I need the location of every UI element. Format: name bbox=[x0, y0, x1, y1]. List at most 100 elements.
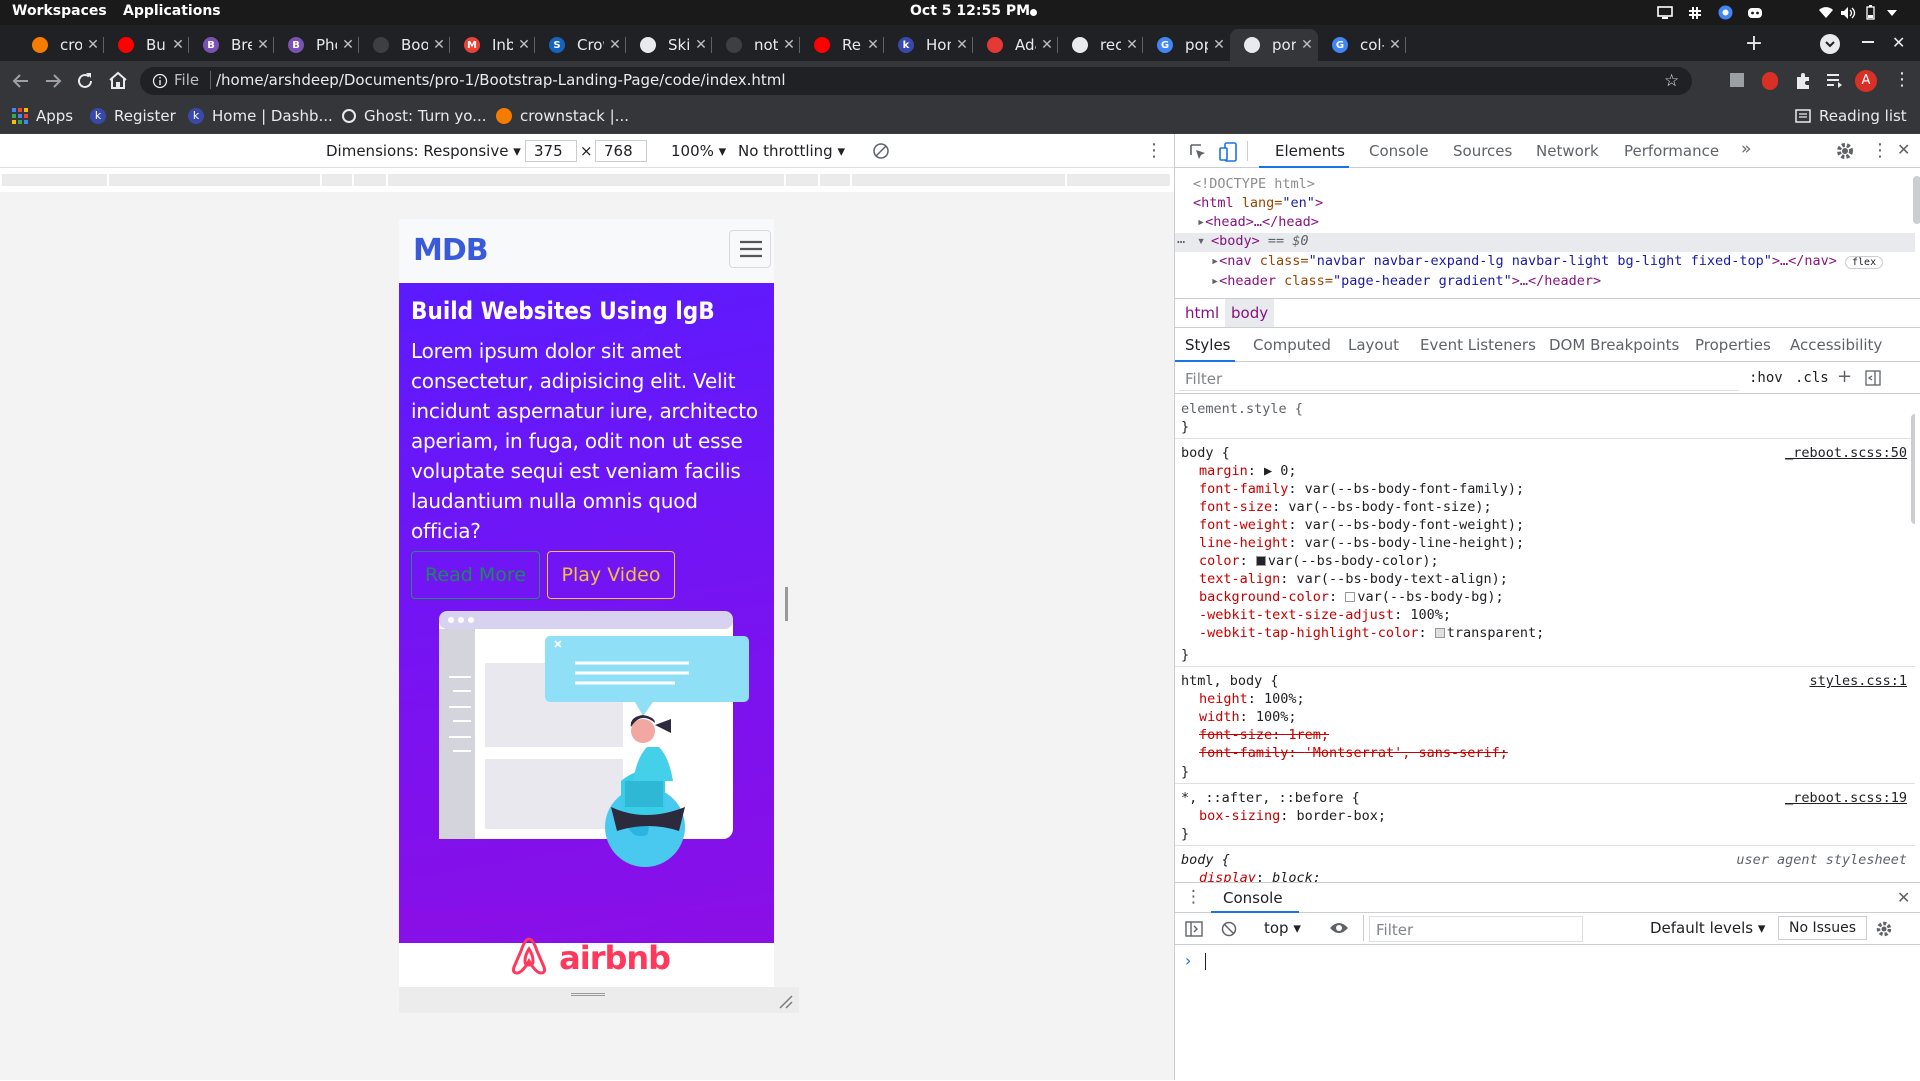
settings-gear-icon[interactable] bbox=[1835, 141, 1855, 161]
bookmark-register[interactable]: k Register bbox=[90, 107, 176, 125]
media-query-segment[interactable] bbox=[388, 174, 786, 186]
throttling-dropdown[interactable]: No throttling ▾ bbox=[738, 142, 845, 160]
address-bar[interactable]: File /home/arshdeep/Documents/pro-1/Boot… bbox=[140, 67, 1692, 95]
tab-close-icon[interactable]: ✕ bbox=[1036, 37, 1058, 53]
collapse-triangle-icon[interactable]: ▾ bbox=[1197, 233, 1205, 249]
dom-html-node[interactable]: <html lang="en"> bbox=[1193, 195, 1323, 211]
tray-right[interactable] bbox=[1815, 4, 1903, 21]
expand-triangle-icon[interactable]: ▸ bbox=[1211, 253, 1219, 269]
media-query-segment[interactable] bbox=[1067, 174, 1172, 186]
browser-tab[interactable]: crown✕ bbox=[18, 29, 104, 61]
home-button[interactable] bbox=[108, 71, 128, 90]
tab-close-icon[interactable]: ✕ bbox=[428, 37, 450, 53]
console-output[interactable]: › bbox=[1175, 945, 1920, 1081]
device-toolbar-menu-icon[interactable]: ⋮ bbox=[1145, 140, 1163, 161]
browser-tab[interactable]: S Crown✕ bbox=[535, 29, 626, 61]
resize-handle-bottom[interactable] bbox=[399, 987, 799, 1013]
tab-close-icon[interactable]: ✕ bbox=[951, 37, 973, 53]
extension-red-icon[interactable] bbox=[1762, 72, 1778, 90]
css-declaration[interactable]: font-size: 1rem; bbox=[1199, 727, 1329, 743]
close-devtools-icon[interactable]: ✕ bbox=[1897, 140, 1910, 159]
css-declaration[interactable]: font-size: var(--bs-body-font-size); bbox=[1199, 499, 1492, 515]
body-rule-selector[interactable]: body { bbox=[1181, 445, 1230, 461]
browser-tab[interactable]: Adapt✕ bbox=[973, 29, 1058, 61]
hov-toggle[interactable]: :hov bbox=[1749, 370, 1783, 386]
subtab-event-listeners[interactable]: Event Listeners bbox=[1420, 336, 1536, 354]
color-swatch-icon[interactable] bbox=[1255, 556, 1266, 566]
subtab-computed[interactable]: Computed bbox=[1253, 336, 1331, 354]
css-declaration[interactable]: color: var(--bs-body-color); bbox=[1199, 553, 1439, 569]
media-query-segment[interactable] bbox=[852, 174, 1067, 186]
bookmark-apps[interactable]: Apps bbox=[12, 107, 73, 125]
tab-performance[interactable]: Performance bbox=[1624, 142, 1719, 160]
discord-icon[interactable] bbox=[1740, 7, 1770, 19]
minimize-button[interactable] bbox=[1862, 41, 1874, 43]
media-query-segment[interactable] bbox=[322, 174, 354, 186]
browser-tab[interactable]: Boots✕ bbox=[359, 29, 450, 61]
color-swatch-icon[interactable] bbox=[1434, 628, 1445, 638]
tab-close-icon[interactable]: ✕ bbox=[604, 37, 626, 53]
css-declaration[interactable]: font-family: 'Montserrat', sans-serif; bbox=[1199, 745, 1508, 761]
browser-tab[interactable]: Relax✕ bbox=[800, 29, 884, 61]
play-video-button[interactable]: Play Video bbox=[547, 551, 675, 599]
navbar-toggler-button[interactable] bbox=[729, 230, 771, 268]
tab-close-icon[interactable]: ✕ bbox=[1296, 37, 1318, 53]
clock[interactable]: Oct 5 12:55 PM bbox=[910, 3, 1030, 19]
console-settings-gear-icon[interactable] bbox=[1875, 920, 1893, 938]
tab-sources[interactable]: Sources bbox=[1453, 142, 1512, 160]
tab-close-icon[interactable]: ✕ bbox=[337, 37, 359, 53]
bookmark-star-icon[interactable]: ☆ bbox=[1664, 71, 1679, 91]
media-query-segment[interactable] bbox=[354, 174, 388, 186]
browser-tab[interactable]: Skia✕ bbox=[626, 29, 712, 61]
tab-close-icon[interactable]: ✕ bbox=[1121, 37, 1143, 53]
tab-close-icon[interactable]: ✕ bbox=[690, 37, 712, 53]
media-queue-icon[interactable] bbox=[1826, 73, 1844, 89]
css-declaration[interactable]: line-height: var(--bs-body-line-height); bbox=[1199, 535, 1524, 551]
css-declaration[interactable]: -webkit-tap-highlight-color: transparent… bbox=[1199, 625, 1544, 641]
flex-badge[interactable]: flex bbox=[1845, 256, 1884, 269]
subtab-properties[interactable]: Properties bbox=[1695, 336, 1771, 354]
media-query-segment[interactable] bbox=[2, 174, 109, 186]
css-declaration[interactable]: box-sizing: border-box; bbox=[1199, 808, 1386, 824]
resize-handle-right[interactable] bbox=[774, 219, 799, 1006]
dom-head-node[interactable]: ▸<head>…</head> bbox=[1197, 214, 1319, 230]
extensions-puzzle-icon[interactable] bbox=[1794, 72, 1812, 90]
browser-tab[interactable]: Build✕ bbox=[104, 29, 189, 61]
dom-nav-node[interactable]: ▸<nav class="navbar navbar-expand-lg nav… bbox=[1211, 253, 1884, 269]
extension-icon[interactable] bbox=[1730, 73, 1744, 87]
bookmark-ghost[interactable]: Ghost: Turn yo... bbox=[342, 107, 487, 125]
context-selector[interactable]: top ▾ bbox=[1264, 919, 1301, 937]
breadcrumb-html[interactable]: html bbox=[1185, 304, 1219, 322]
read-more-button[interactable]: Read More bbox=[411, 551, 540, 599]
element-style-selector[interactable]: element.style { bbox=[1181, 401, 1303, 417]
styles-scrollbar[interactable] bbox=[1911, 414, 1915, 524]
css-declaration[interactable]: height: 100%; bbox=[1199, 691, 1305, 707]
browser-menu-icon[interactable]: ⋮ bbox=[1893, 71, 1911, 89]
expand-triangle-icon[interactable]: ▸ bbox=[1197, 214, 1205, 230]
device-width-input[interactable]: 375 bbox=[525, 140, 577, 162]
slack-icon[interactable] bbox=[1680, 6, 1710, 20]
workspaces-menu[interactable]: Workspaces bbox=[12, 3, 107, 19]
browser-tab[interactable]: portfo✕ bbox=[1230, 29, 1318, 61]
css-declaration[interactable]: display: block; bbox=[1199, 870, 1321, 882]
brand-logo[interactable]: MDB bbox=[413, 233, 489, 268]
back-button[interactable] bbox=[12, 72, 30, 90]
devtools-menu-icon[interactable]: ⋮ bbox=[1871, 140, 1889, 161]
tab-close-icon[interactable]: ✕ bbox=[82, 37, 104, 53]
css-declaration[interactable]: font-weight: var(--bs-body-font-weight); bbox=[1199, 517, 1524, 533]
browser-tab[interactable]: M Inbox✕ bbox=[450, 29, 535, 61]
browser-tab[interactable]: k Home✕ bbox=[884, 29, 973, 61]
log-levels-dropdown[interactable]: Default levels ▾ bbox=[1650, 919, 1765, 937]
applications-menu[interactable]: Applications bbox=[123, 3, 221, 19]
inspect-element-icon[interactable] bbox=[1189, 143, 1207, 161]
dom-doctype[interactable]: <!DOCTYPE html> bbox=[1193, 176, 1315, 192]
console-filter-input[interactable]: Filter bbox=[1369, 916, 1583, 942]
bookmark-crownstack[interactable]: crownstack |... bbox=[496, 107, 629, 125]
html-body-rule-selector[interactable]: html, body { bbox=[1181, 673, 1279, 689]
info-icon[interactable] bbox=[152, 73, 168, 89]
node-actions-icon[interactable]: … bbox=[1177, 231, 1185, 247]
subtab-styles[interactable]: Styles bbox=[1185, 336, 1231, 354]
more-tabs-icon[interactable]: » bbox=[1741, 139, 1751, 159]
tab-elements[interactable]: Elements bbox=[1275, 142, 1345, 160]
breadcrumb-body[interactable]: body bbox=[1225, 299, 1275, 327]
